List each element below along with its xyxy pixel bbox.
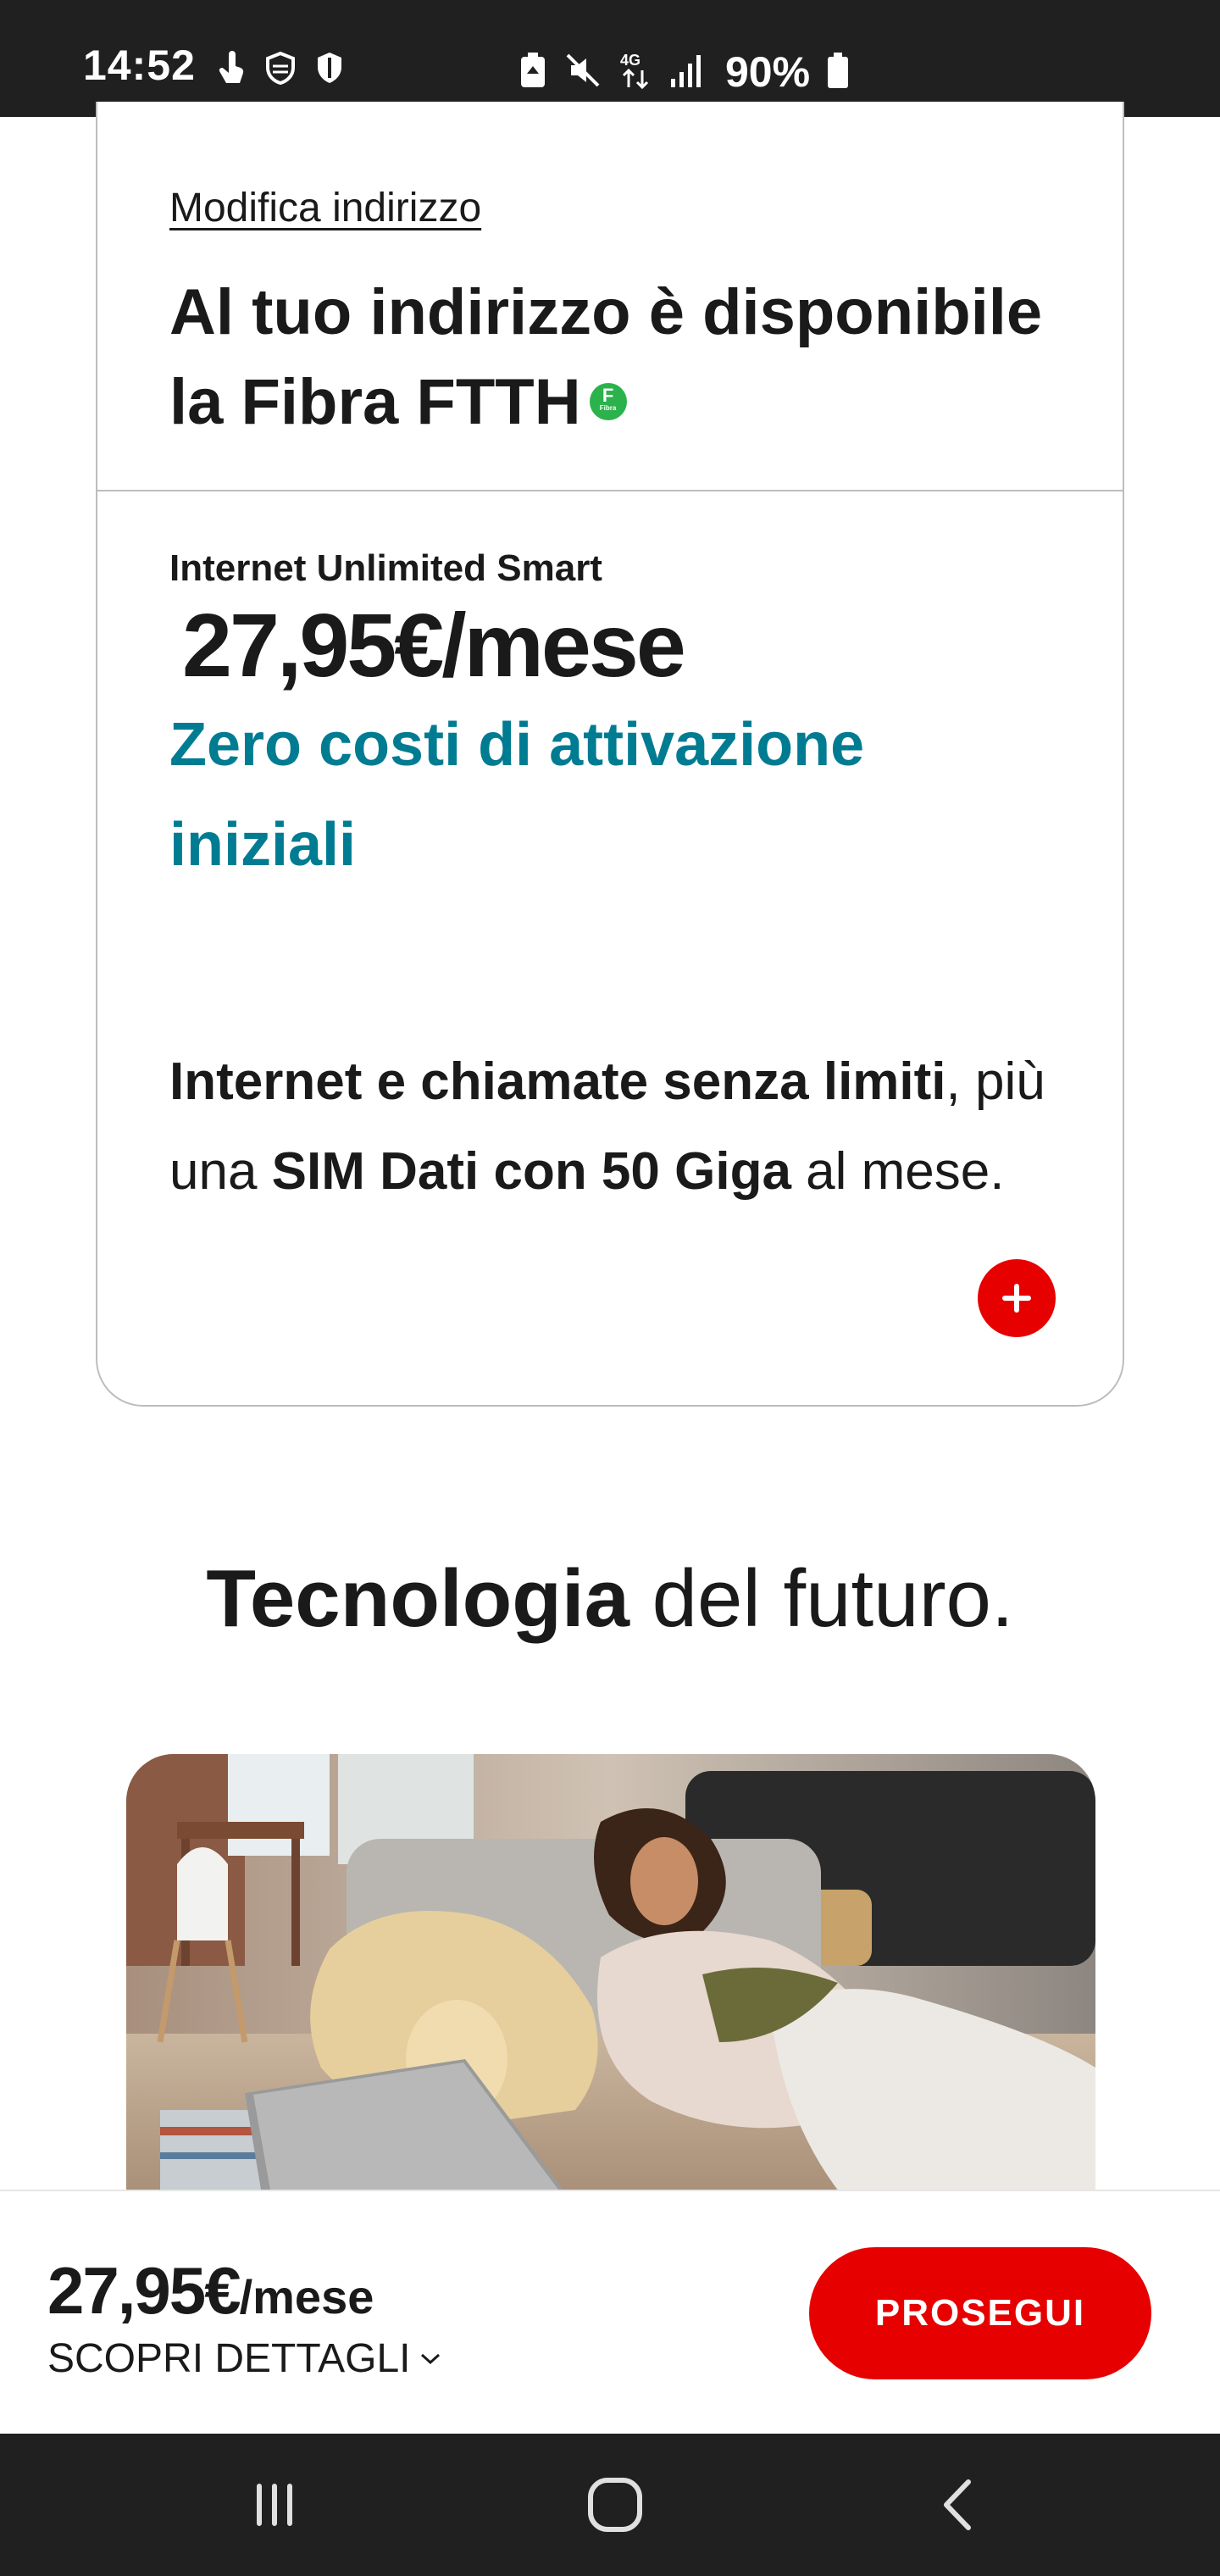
home-icon: [588, 2478, 642, 2532]
battery-saver-icon: [518, 52, 547, 93]
modify-address-link[interactable]: Modifica indirizzo: [169, 185, 481, 231]
home-button[interactable]: [564, 2468, 666, 2542]
bottom-price-value: 27,95€: [47, 2253, 241, 2328]
plus-icon: [1002, 1284, 1031, 1313]
expand-plus-button[interactable]: [978, 1259, 1056, 1337]
status-bar: 14:52 4G 90%: [0, 0, 1220, 117]
android-nav-bar: [0, 2434, 1220, 2576]
details-link-label: SCOPRI DETTAGLI: [47, 2336, 411, 2381]
section-title-rest: del futuro.: [629, 1553, 1014, 1644]
promo-text: Zero costi di attivazione iniziali: [169, 711, 865, 879]
proceed-button[interactable]: PROSEGUI: [809, 2247, 1151, 2379]
details-link[interactable]: SCOPRI DETTAGLI: [47, 2335, 441, 2382]
description-bold-1: Internet e chiamate senza limiti: [169, 1052, 946, 1111]
back-icon: [944, 2479, 971, 2530]
shield-outline-icon: [264, 51, 297, 89]
availability-title: Al tuo indirizzo è disponibile la Fibra …: [169, 268, 1084, 447]
status-time: 14:52: [83, 42, 196, 89]
chevron-down-icon: [420, 2353, 440, 2364]
recent-apps-button[interactable]: [224, 2468, 325, 2542]
battery-percent: 90%: [725, 48, 811, 96]
section-title-bold: Tecnologia: [206, 1553, 629, 1644]
plan-name: Internet Unlimited Smart: [169, 547, 602, 589]
hero-image: [126, 1754, 1095, 2195]
plan-description: Internet e chiamate senza limiti, più un…: [169, 1037, 1068, 1217]
description-text-4: al mese.: [790, 1142, 1005, 1201]
bottom-price-unit: /mese: [239, 2270, 374, 2323]
shield-icon: [315, 51, 344, 89]
description-bold-3: SIM Dati con 50 Giga: [271, 1142, 791, 1201]
fibra-badge-icon: F Fibra: [589, 382, 627, 420]
card-divider: [97, 490, 1123, 491]
battery-icon: [827, 52, 849, 93]
plan-price: 27,95€/mese: [182, 596, 686, 696]
status-left-icons: [217, 51, 344, 89]
bottom-summary-bar: 27,95€/mese SCOPRI DETTAGLI PROSEGUI: [0, 2190, 1220, 2435]
signal-icon: [669, 52, 703, 93]
mute-icon: [564, 52, 602, 93]
4g-data-icon: 4G: [618, 50, 652, 95]
woman-with-dog-illustration: [126, 1754, 1095, 2195]
offer-card: Modifica indirizzo Al tuo indirizzo è di…: [96, 102, 1124, 1407]
back-button[interactable]: [907, 2468, 1008, 2542]
bottom-price: 27,95€/mese: [47, 2252, 374, 2329]
svg-text:4G: 4G: [620, 52, 640, 69]
recent-apps-icon: [257, 2484, 292, 2526]
status-right-group: 4G 90%: [518, 47, 849, 97]
section-title: Tecnologia del futuro.: [0, 1552, 1220, 1646]
touch-icon: [217, 51, 246, 89]
